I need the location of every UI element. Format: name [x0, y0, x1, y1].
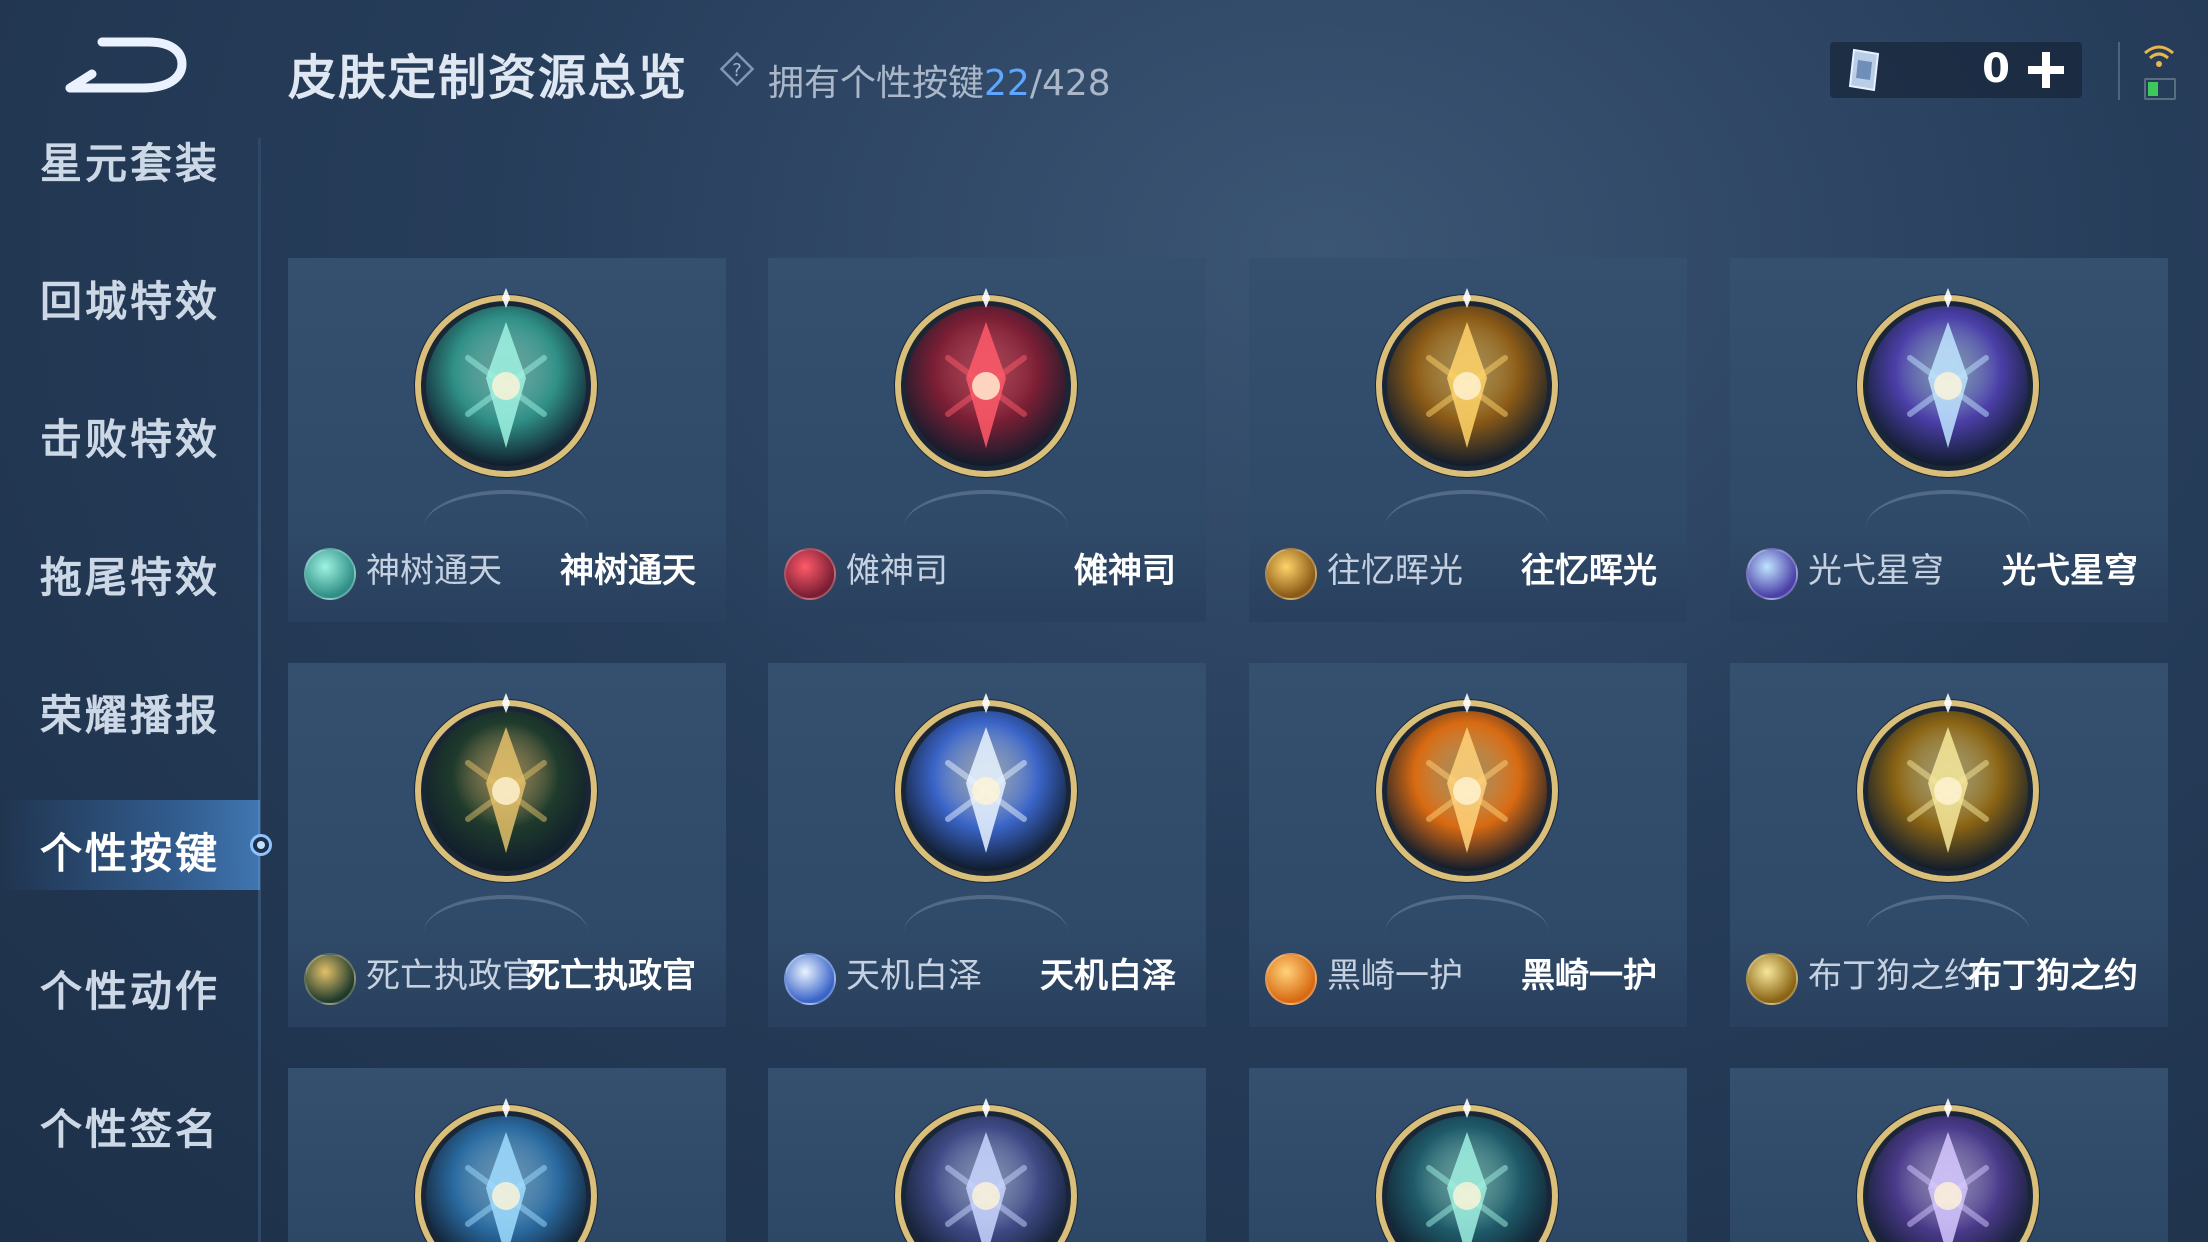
active-indicator-dot	[250, 834, 272, 856]
currency-amount: 0	[1982, 46, 2010, 92]
sidebar-item-label: 星元套装	[40, 139, 221, 188]
button-skin-icon	[1375, 693, 1559, 883]
back-arrow-icon[interactable]	[62, 30, 192, 100]
skin-name: 光弋星穹	[2002, 551, 2138, 591]
button-skin-icon	[894, 693, 1078, 883]
button-skin-icon	[1856, 288, 2040, 478]
sidebar-item-label: 个性动作	[40, 967, 221, 1016]
sidebar-item-custom-buttons[interactable]: 个性按键	[0, 800, 260, 890]
skin-name: 傩神司	[1074, 551, 1176, 591]
skin-card[interactable]	[1249, 1068, 1687, 1242]
button-skin-icon	[414, 693, 598, 883]
sidebar-item-custom-actions[interactable]: 个性动作	[0, 938, 260, 1028]
page-title: 皮肤定制资源总览	[288, 50, 689, 106]
skin-card[interactable]: 死亡执政官 死亡执政官	[288, 663, 726, 1027]
sidebar-item-kill-effect[interactable]: 击败特效	[0, 386, 260, 476]
button-skin-icon	[1375, 1098, 1559, 1242]
currency-bar: 0	[1830, 42, 2082, 98]
skin-name: 布丁狗之约	[1968, 956, 2138, 996]
button-skin-icon	[894, 288, 1078, 478]
sidebar-item-custom-signature[interactable]: 个性签名	[0, 1076, 260, 1166]
sidebar-item-label: 个性签名	[40, 1105, 221, 1154]
skin-card[interactable]: 黑崎一护 黑崎一护	[1249, 663, 1687, 1027]
hero-name: 往忆晖光	[1327, 551, 1463, 591]
hero-name: 黑崎一护	[1327, 956, 1463, 996]
hero-name: 布丁狗之约	[1808, 956, 1978, 996]
skin-card[interactable]: 傩神司 傩神司	[768, 258, 1206, 622]
hero-avatar	[1265, 953, 1317, 1005]
owned-label: 拥有个性按键	[768, 63, 985, 104]
skin-card[interactable]: 神树通天 神树通天	[288, 258, 726, 622]
hero-name: 神树通天	[366, 551, 502, 591]
svg-text:?: ?	[732, 60, 742, 81]
sidebar-item-recall-effect[interactable]: 回城特效	[0, 248, 260, 338]
hero-avatar	[304, 548, 356, 600]
wifi-icon	[2144, 45, 2174, 67]
skin-card[interactable]	[768, 1068, 1206, 1242]
skin-card[interactable]: 往忆晖光 往忆晖光	[1249, 258, 1687, 622]
hero-name: 死亡执政官	[366, 956, 536, 996]
skin-name: 黑崎一护	[1521, 956, 1657, 996]
skin-name: 死亡执政官	[526, 956, 696, 996]
button-skin-icon	[1375, 288, 1559, 478]
owned-total: /428	[1029, 63, 1111, 104]
skin-card[interactable]: 光弋星穹 光弋星穹	[1730, 258, 2168, 622]
sidebar-item-label: 个性按键	[40, 829, 221, 878]
skin-name: 神树通天	[560, 551, 696, 591]
owned-count-text: 拥有个性按键22/428	[768, 54, 1111, 106]
hero-name: 傩神司	[846, 551, 948, 591]
sidebar-item-label: 拖尾特效	[40, 553, 221, 602]
hero-avatar	[1746, 548, 1798, 600]
skin-card[interactable]: 布丁狗之约 布丁狗之约	[1730, 663, 2168, 1027]
button-skin-icon	[414, 288, 598, 478]
help-diamond-icon[interactable]: ?	[718, 50, 756, 88]
skin-name: 往忆晖光	[1521, 551, 1657, 591]
owned-count: 22	[984, 63, 1030, 104]
skin-card[interactable]	[288, 1068, 726, 1242]
sidebar-item-star-suit[interactable]: 星元套装	[0, 110, 260, 200]
sidebar-item-trail-effect[interactable]: 拖尾特效	[0, 524, 260, 614]
sidebar-item-label: 回城特效	[40, 277, 221, 326]
hero-avatar	[304, 953, 356, 1005]
hero-avatar	[1265, 548, 1317, 600]
sidebar: 星元套装 回城特效 击败特效 拖尾特效 荣耀播报 个性按键 个性动作 个性签名	[0, 110, 261, 1242]
sidebar-item-glory-broadcast[interactable]: 荣耀播报	[0, 662, 260, 752]
button-skin-icon	[1856, 1098, 2040, 1242]
gem-currency-icon	[1848, 48, 1880, 92]
hero-avatar	[784, 953, 836, 1005]
skin-card[interactable]: 天机白泽 天机白泽	[768, 663, 1206, 1027]
plus-icon[interactable]	[2022, 44, 2070, 96]
skin-card[interactable]	[1730, 1068, 2168, 1242]
sidebar-item-label: 击败特效	[40, 415, 221, 464]
button-skin-icon	[1856, 693, 2040, 883]
hero-name: 天机白泽	[846, 956, 982, 996]
divider	[2118, 42, 2120, 100]
hero-name: 光弋星穹	[1808, 551, 1944, 591]
sidebar-item-label: 荣耀播报	[40, 691, 221, 740]
skin-name: 天机白泽	[1040, 956, 1176, 996]
hero-avatar	[784, 548, 836, 600]
button-skin-icon	[894, 1098, 1078, 1242]
battery-icon	[2144, 78, 2176, 100]
button-skin-icon	[414, 1098, 598, 1242]
hero-avatar	[1746, 953, 1798, 1005]
